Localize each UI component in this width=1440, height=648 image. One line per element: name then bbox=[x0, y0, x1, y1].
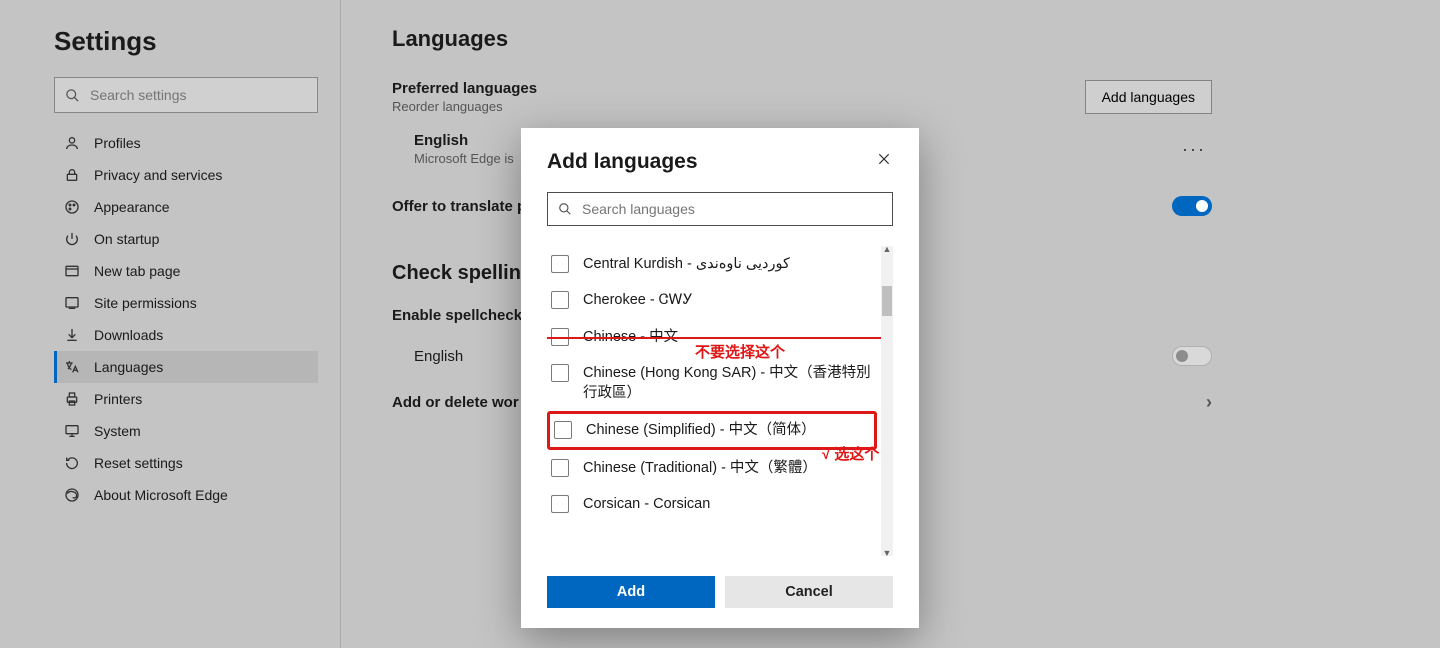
settings-search-input[interactable] bbox=[90, 87, 307, 103]
reset-icon bbox=[62, 453, 82, 473]
sidebar-item-label: Downloads bbox=[94, 327, 163, 343]
sidebar-item-reset[interactable]: Reset settings bbox=[54, 447, 318, 479]
language-option-label: Cherokee - ᏣᎳᎩ bbox=[583, 290, 693, 310]
language-option[interactable]: Corsican - Corsican bbox=[547, 486, 879, 522]
settings-nav: Profiles Privacy and services Appearance… bbox=[54, 127, 318, 511]
preferred-languages-title: Preferred languages bbox=[392, 80, 537, 97]
edge-icon bbox=[62, 485, 82, 505]
language-option[interactable]: Cherokee - ᏣᎳᎩ bbox=[547, 282, 879, 318]
profile-icon bbox=[62, 133, 82, 153]
printer-icon bbox=[62, 389, 82, 409]
sidebar-item-label: Site permissions bbox=[94, 295, 197, 311]
checkbox[interactable] bbox=[551, 495, 569, 513]
sidebar-item-label: About Microsoft Edge bbox=[94, 487, 228, 503]
sidebar-item-label: Appearance bbox=[94, 199, 170, 215]
add-languages-dialog: Add languages Central Kurdish - کوردیی ن… bbox=[521, 128, 919, 628]
offer-translate-toggle[interactable] bbox=[1172, 196, 1212, 216]
newtab-icon bbox=[62, 261, 82, 281]
settings-search[interactable] bbox=[54, 77, 318, 113]
sidebar-item-permissions[interactable]: Site permissions bbox=[54, 287, 318, 319]
language-option-label: Chinese (Traditional) - 中文（繁體） bbox=[583, 458, 817, 478]
settings-title: Settings bbox=[54, 26, 318, 57]
add-button[interactable]: Add bbox=[547, 576, 715, 608]
sidebar-item-label: Privacy and services bbox=[94, 167, 222, 183]
power-icon bbox=[62, 229, 82, 249]
sidebar-item-profiles[interactable]: Profiles bbox=[54, 127, 318, 159]
annotation-select-this: √ 选这个 bbox=[822, 443, 879, 464]
sidebar-item-label: Profiles bbox=[94, 135, 141, 151]
sidebar-item-label: New tab page bbox=[94, 263, 180, 279]
sidebar-item-newtab[interactable]: New tab page bbox=[54, 255, 318, 287]
scrollbar[interactable]: ▲ ▼ bbox=[881, 246, 893, 556]
checkbox[interactable] bbox=[554, 421, 572, 439]
language-search-input[interactable] bbox=[582, 201, 882, 217]
lock-icon bbox=[62, 165, 82, 185]
spellcheck-english-label: English bbox=[414, 348, 463, 365]
sidebar-item-privacy[interactable]: Privacy and services bbox=[54, 159, 318, 191]
checkbox[interactable] bbox=[551, 459, 569, 477]
chevron-right-icon[interactable]: › bbox=[1206, 392, 1212, 413]
language-entry-name: English bbox=[414, 132, 514, 149]
language-entry-sub: Microsoft Edge is bbox=[414, 151, 514, 166]
more-options-button[interactable]: ··· bbox=[1176, 135, 1212, 164]
sidebar-item-system[interactable]: System bbox=[54, 415, 318, 447]
language-option-label: Central Kurdish - کوردیی ناوەندی bbox=[583, 254, 790, 274]
language-option-label: Chinese (Simplified) - 中文（简体） bbox=[586, 420, 816, 440]
scroll-thumb[interactable] bbox=[882, 286, 892, 316]
sidebar-item-languages[interactable]: Languages bbox=[54, 351, 318, 383]
add-delete-words-label: Add or delete wor bbox=[392, 394, 519, 411]
sidebar-item-startup[interactable]: On startup bbox=[54, 223, 318, 255]
search-icon bbox=[558, 202, 572, 216]
language-option[interactable]: Chinese (Hong Kong SAR) - 中文（香港特別行政區） bbox=[547, 355, 879, 412]
scroll-down-icon[interactable]: ▼ bbox=[881, 548, 893, 556]
system-icon bbox=[62, 421, 82, 441]
download-icon bbox=[62, 325, 82, 345]
sidebar-item-label: Printers bbox=[94, 391, 142, 407]
preferred-languages-sub: Reorder languages bbox=[392, 99, 537, 114]
scroll-up-icon[interactable]: ▲ bbox=[881, 246, 893, 254]
language-option-label: Chinese - 中文 bbox=[583, 327, 678, 347]
annotation-dont-select: 不要选择这个 bbox=[695, 341, 785, 362]
language-search[interactable] bbox=[547, 192, 893, 226]
permissions-icon bbox=[62, 293, 82, 313]
enable-spellcheck-label: Enable spellcheck bbox=[392, 307, 522, 324]
language-option-label: Chinese (Hong Kong SAR) - 中文（香港特別行政區） bbox=[583, 363, 879, 404]
language-list: Central Kurdish - کوردیی ناوەندی Cheroke… bbox=[547, 246, 893, 522]
checkbox[interactable] bbox=[551, 255, 569, 273]
add-languages-button[interactable]: Add languages bbox=[1085, 80, 1212, 114]
sidebar-item-printers[interactable]: Printers bbox=[54, 383, 318, 415]
offer-translate-label: Offer to translate p bbox=[392, 198, 526, 215]
language-option[interactable]: Central Kurdish - کوردیی ناوەندی bbox=[547, 246, 879, 282]
dialog-title: Add languages bbox=[547, 150, 698, 174]
close-icon[interactable] bbox=[875, 150, 893, 168]
settings-sidebar: Settings Profiles Privacy and services bbox=[0, 0, 340, 648]
vertical-divider bbox=[340, 0, 341, 648]
language-option-label: Corsican - Corsican bbox=[583, 494, 710, 514]
cancel-button[interactable]: Cancel bbox=[725, 576, 893, 608]
sidebar-item-about[interactable]: About Microsoft Edge bbox=[54, 479, 318, 511]
spellcheck-english-toggle[interactable] bbox=[1172, 346, 1212, 366]
sidebar-item-downloads[interactable]: Downloads bbox=[54, 319, 318, 351]
checkbox[interactable] bbox=[551, 291, 569, 309]
sidebar-item-label: Reset settings bbox=[94, 455, 183, 471]
checkbox[interactable] bbox=[551, 328, 569, 346]
palette-icon bbox=[62, 197, 82, 217]
sidebar-item-label: System bbox=[94, 423, 141, 439]
search-icon bbox=[65, 88, 80, 103]
sidebar-item-label: Languages bbox=[94, 359, 163, 375]
sidebar-item-label: On startup bbox=[94, 231, 159, 247]
checkbox[interactable] bbox=[551, 364, 569, 382]
language-icon bbox=[62, 357, 82, 377]
sidebar-item-appearance[interactable]: Appearance bbox=[54, 191, 318, 223]
page-heading: Languages bbox=[392, 26, 1212, 52]
